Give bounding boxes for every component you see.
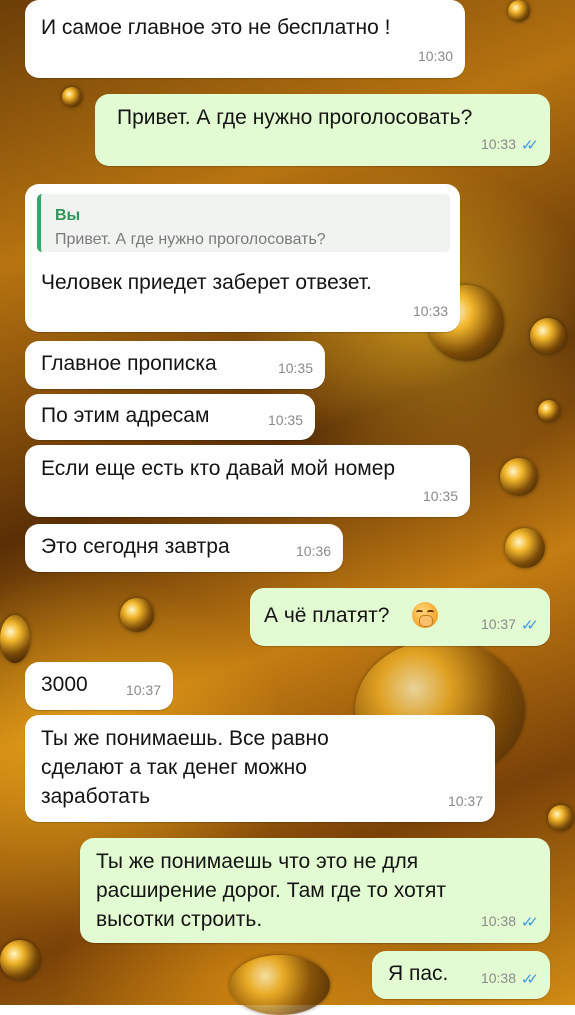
message-time: 10:35 bbox=[267, 412, 303, 428]
message-text: А чё платят? bbox=[264, 604, 390, 627]
message-text: Ты же понимаешь. Все равно сделают а так… bbox=[41, 727, 329, 808]
message-text: Я пас. bbox=[388, 962, 449, 985]
message-bubble-incoming[interactable]: Ты же понимаешь. Все равно сделают а так… bbox=[25, 715, 495, 822]
read-receipt-icon: ✓✓ bbox=[520, 137, 539, 154]
wallpaper-drop bbox=[500, 458, 538, 496]
message-time: 10:38 bbox=[480, 970, 516, 986]
message-text: Человек приедет заберет отвезет. bbox=[41, 271, 372, 294]
message-text: Это сегодня завтра bbox=[41, 535, 230, 558]
wallpaper-drop bbox=[62, 87, 82, 107]
message-text: Главное прописка bbox=[41, 352, 217, 375]
message-time: 10:37 bbox=[480, 616, 516, 632]
quoted-message[interactable]: Вы Привет. А где нужно проголосовать? bbox=[37, 194, 450, 252]
message-time: 10:33 bbox=[480, 136, 516, 152]
message-bubble-incoming[interactable]: 3000 10:37 bbox=[25, 662, 173, 710]
wallpaper-drop bbox=[530, 318, 566, 354]
message-time: 10:37 bbox=[125, 682, 161, 698]
message-bubble-incoming[interactable]: И самое главное это не бесплатно ! 10:30 bbox=[25, 0, 465, 78]
message-bubble-incoming[interactable]: Это сегодня завтра 10:36 bbox=[25, 524, 343, 572]
read-receipt-icon: ✓✓ bbox=[520, 914, 539, 931]
message-text: Ты же понимаешь что это не для расширени… bbox=[96, 850, 446, 931]
message-bubble-incoming-reply[interactable]: Вы Привет. А где нужно проголосовать? Че… bbox=[25, 184, 460, 332]
read-receipt-icon: ✓✓ bbox=[520, 971, 539, 988]
wallpaper-drop bbox=[548, 805, 574, 831]
message-text: И самое главное это не бесплатно ! bbox=[41, 16, 391, 39]
wallpaper-drop bbox=[0, 615, 30, 663]
emoji-hand bbox=[419, 615, 433, 627]
message-bubble-incoming[interactable]: По этим адресам 10:35 bbox=[25, 394, 315, 440]
message-bubble-outgoing[interactable]: А чё платят? 10:37 ✓✓ bbox=[250, 588, 550, 646]
message-bubble-outgoing[interactable]: Ты же понимаешь что это не для расширени… bbox=[80, 838, 550, 943]
quoted-text: Привет. А где нужно проголосовать? bbox=[55, 231, 326, 248]
hand-over-mouth-face-icon bbox=[412, 602, 438, 628]
wallpaper-drop bbox=[538, 400, 560, 422]
message-time: 10:37 bbox=[447, 793, 483, 809]
message-text: 3000 bbox=[41, 673, 88, 696]
wallpaper-drop bbox=[0, 940, 40, 980]
wallpaper-drop bbox=[505, 528, 545, 568]
message-time: 10:38 bbox=[480, 913, 516, 929]
wallpaper-drop bbox=[120, 598, 154, 632]
message-text: Привет. А где нужно проголосовать? bbox=[117, 106, 473, 129]
message-time: 10:33 bbox=[412, 303, 448, 319]
wallpaper-drop bbox=[508, 0, 530, 22]
message-bubble-incoming[interactable]: Если еще есть кто давай мой номер 10:35 bbox=[25, 445, 470, 517]
wallpaper-drop bbox=[230, 955, 330, 1015]
message-bubble-outgoing[interactable]: Привет. А где нужно проголосовать? 10:33… bbox=[95, 94, 550, 166]
message-text: Если еще есть кто давай мой номер bbox=[41, 457, 396, 480]
read-receipt-icon: ✓✓ bbox=[520, 617, 539, 634]
message-time: 10:35 bbox=[277, 360, 313, 376]
message-time: 10:36 bbox=[295, 543, 331, 559]
message-bubble-incoming[interactable]: Главное прописка 10:35 bbox=[25, 341, 325, 389]
message-time: 10:35 bbox=[422, 488, 458, 504]
message-time: 10:30 bbox=[417, 48, 453, 64]
message-text: По этим адресам bbox=[41, 404, 210, 427]
message-bubble-outgoing[interactable]: Я пас. 10:38 ✓✓ bbox=[372, 951, 550, 999]
